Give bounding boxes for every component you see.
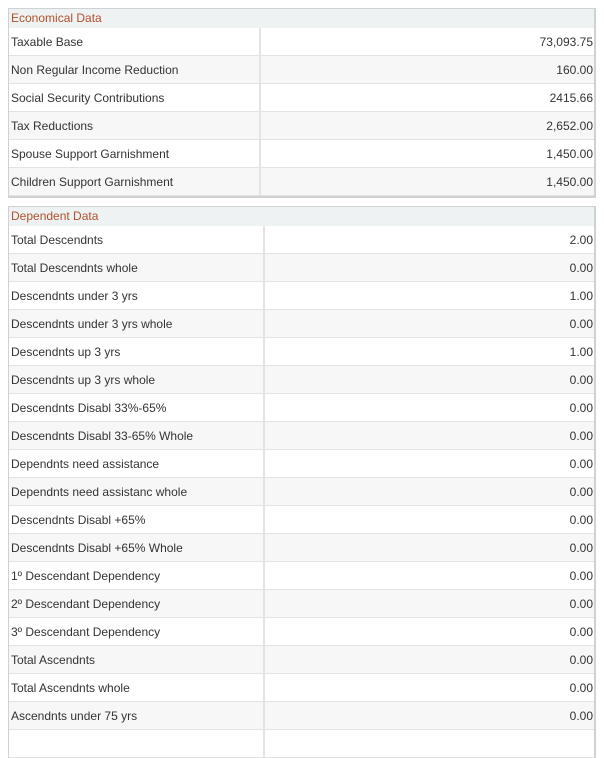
field-label bbox=[9, 729, 265, 758]
table-row: Social Security Contributions 2415.66 bbox=[9, 83, 594, 112]
field-value: 0.00 bbox=[264, 645, 594, 674]
field-label: Descendnts under 3 yrs bbox=[9, 281, 265, 310]
table-row: Spouse Support Garnishment 1,450.00 bbox=[9, 139, 594, 168]
field-value: 0.00 bbox=[264, 673, 594, 702]
table-row: Total Ascendnts 0.00 bbox=[9, 645, 594, 674]
field-value: 0.00 bbox=[264, 393, 594, 422]
field-value: 1,450.00 bbox=[260, 139, 594, 168]
table-row: Tax Reductions 2,652.00 bbox=[9, 111, 594, 140]
table-row: Children Support Garnishment 1,450.00 bbox=[9, 167, 594, 196]
field-label: Total Ascendnts bbox=[9, 645, 265, 674]
field-value: 0.00 bbox=[264, 533, 594, 562]
field-label: Spouse Support Garnishment bbox=[9, 139, 261, 168]
table-row: Descendnts Disabl +65% 0.00 bbox=[9, 505, 594, 534]
table-row: Descendnts up 3 yrs 1.00 bbox=[9, 337, 594, 366]
field-value: 0.00 bbox=[264, 701, 594, 730]
field-label: Descendnts up 3 yrs bbox=[9, 337, 265, 366]
table-row: Dependnts need assistance 0.00 bbox=[9, 449, 594, 478]
dependent-data-header: Dependent Data bbox=[9, 207, 594, 226]
field-value: 1,450.00 bbox=[260, 167, 594, 196]
field-value: 0.00 bbox=[264, 617, 594, 646]
field-label: Descendnts Disabl +65% bbox=[9, 505, 265, 534]
table-row: Descendnts Disabl 33%-65% 0.00 bbox=[9, 393, 594, 422]
field-label: Children Support Garnishment bbox=[9, 167, 261, 196]
table-row: Total Ascendnts whole 0.00 bbox=[9, 673, 594, 702]
field-label: Descendnts under 3 yrs whole bbox=[9, 309, 265, 338]
field-label: Total Descendnts whole bbox=[9, 253, 265, 282]
table-row: Total Descendnts 2.00 bbox=[9, 226, 594, 254]
field-value: 0.00 bbox=[264, 421, 594, 450]
field-label: Ascendnts under 75 yrs bbox=[9, 701, 265, 730]
field-value: 1.00 bbox=[264, 337, 594, 366]
field-label: Dependnts need assistanc whole bbox=[9, 477, 265, 506]
economical-data-table: Taxable Base 73,093.75 Non Regular Income … bbox=[9, 28, 594, 196]
field-value: 160.00 bbox=[260, 55, 594, 84]
field-value: 0.00 bbox=[264, 365, 594, 394]
field-label: Total Descendnts bbox=[9, 226, 265, 254]
field-label: Descendnts Disabl 33-65% Whole bbox=[9, 421, 265, 450]
field-label: Descendnts Disabl +65% Whole bbox=[9, 533, 265, 562]
field-label: Total Ascendnts whole bbox=[9, 673, 265, 702]
table-row: Descendnts under 3 yrs whole 0.00 bbox=[9, 309, 594, 338]
table-row: Non Regular Income Reduction 160.00 bbox=[9, 55, 594, 84]
table-row: Total Descendnts whole 0.00 bbox=[9, 253, 594, 282]
table-row: Descendnts Disabl 33-65% Whole 0.00 bbox=[9, 421, 594, 450]
field-value: 0.00 bbox=[264, 477, 594, 506]
field-label: 2º Descendant Dependency bbox=[9, 589, 265, 618]
field-value: 2415.66 bbox=[260, 83, 594, 112]
table-row: 2º Descendant Dependency 0.00 bbox=[9, 589, 594, 618]
field-label: Dependnts need assistance bbox=[9, 449, 265, 478]
field-label: Tax Reductions bbox=[9, 111, 261, 140]
field-value: 0.00 bbox=[264, 449, 594, 478]
table-row: 3º Descendant Dependency 0.00 bbox=[9, 617, 594, 646]
table-row bbox=[9, 729, 594, 758]
field-value: 1.00 bbox=[264, 281, 594, 310]
field-value: 0.00 bbox=[264, 309, 594, 338]
dependent-data-panel: Dependent Data Total Descendnts 2.00 Total… bbox=[8, 206, 596, 758]
field-value: 0.00 bbox=[264, 505, 594, 534]
field-value: 73,093.75 bbox=[260, 28, 594, 56]
field-label: 1º Descendant Dependency bbox=[9, 561, 265, 590]
economical-data-panel: Economical Data Taxable Base 73,093.75 Non… bbox=[8, 8, 596, 198]
field-value bbox=[264, 729, 594, 758]
field-label: Non Regular Income Reduction bbox=[9, 55, 261, 84]
table-row: Taxable Base 73,093.75 bbox=[9, 28, 594, 56]
field-value: 0.00 bbox=[264, 589, 594, 618]
table-row: 1º Descendant Dependency 0.00 bbox=[9, 561, 594, 590]
field-label: 3º Descendant Dependency bbox=[9, 617, 265, 646]
field-label: Descendnts up 3 yrs whole bbox=[9, 365, 265, 394]
economical-data-header: Economical Data bbox=[9, 9, 594, 28]
field-label: Descendnts Disabl 33%-65% bbox=[9, 393, 265, 422]
table-row: Descendnts up 3 yrs whole 0.00 bbox=[9, 365, 594, 394]
table-row: Descendnts Disabl +65% Whole 0.00 bbox=[9, 533, 594, 562]
dependent-data-table: Total Descendnts 2.00 Total Descendnts who… bbox=[9, 226, 594, 758]
field-label: Social Security Contributions bbox=[9, 83, 261, 112]
field-value: 0.00 bbox=[264, 561, 594, 590]
table-row: Dependnts need assistanc whole 0.00 bbox=[9, 477, 594, 506]
field-value: 0.00 bbox=[264, 253, 594, 282]
table-row: Ascendnts under 75 yrs 0.00 bbox=[9, 701, 594, 730]
field-label: Taxable Base bbox=[9, 28, 261, 56]
field-value: 2,652.00 bbox=[260, 111, 594, 140]
field-value: 2.00 bbox=[264, 226, 594, 254]
table-row: Descendnts under 3 yrs 1.00 bbox=[9, 281, 594, 310]
